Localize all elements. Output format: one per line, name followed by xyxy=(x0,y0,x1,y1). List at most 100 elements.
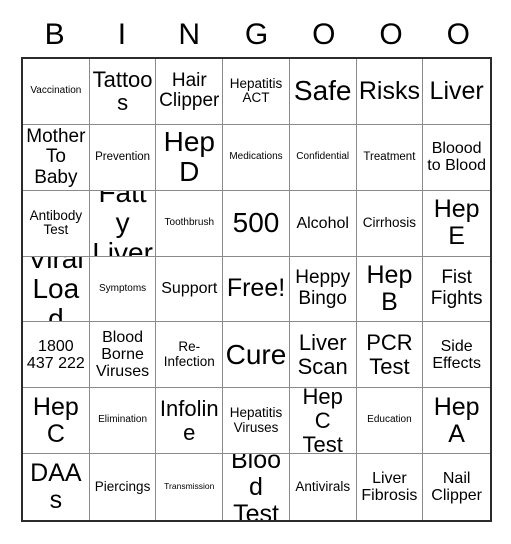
bingo-cell-label: Safe xyxy=(293,75,352,107)
bingo-cell-r2-c1[interactable]: Fatty Liver xyxy=(89,190,157,257)
bingo-cell-r3-c1[interactable]: Symptoms xyxy=(89,256,157,323)
bingo-cell-label: Education xyxy=(367,414,412,426)
bingo-cell-label: PCR Test xyxy=(366,330,413,379)
bingo-cell-r2-c3[interactable]: 500 xyxy=(223,190,290,257)
bingo-cell-label: Liver xyxy=(429,76,484,105)
bingo-cell-r5-c2[interactable]: Infoline xyxy=(156,388,224,455)
bingo-cell-r1-c1[interactable]: Prevention xyxy=(89,124,157,191)
bingo-cell-label: Mother To Baby xyxy=(26,125,86,188)
bingo-cell-r6-c6[interactable]: Nail Clipper xyxy=(423,454,490,520)
bingo-cell-r6-c3[interactable]: Blood Test xyxy=(223,454,290,520)
bingo-cell-label: Treatment xyxy=(363,151,416,164)
bingo-cell-label: Confidential xyxy=(296,150,350,162)
bingo-header-letter-1: I xyxy=(117,17,127,51)
bingo-cell-r1-c2[interactable]: Hep D xyxy=(156,124,224,191)
bingo-cell-label: Piercings xyxy=(94,478,151,494)
bingo-cell-r1-c0[interactable]: Mother To Baby xyxy=(23,124,90,191)
bingo-cell-label: Viral Load xyxy=(28,256,84,323)
bingo-cell-label: 1800 437 222 xyxy=(26,337,85,372)
bingo-cell-r5-c5[interactable]: Education xyxy=(356,388,424,455)
bingo-cell-r3-c5[interactable]: Hep B xyxy=(356,256,424,323)
bingo-cell-r6-c5[interactable]: Liver Fibrosis xyxy=(356,454,424,520)
bingo-cell-label: DAAs xyxy=(30,459,82,515)
bingo-cell-label: Hep C Test xyxy=(302,388,343,455)
bingo-cell-label: Hep E xyxy=(433,195,480,251)
bingo-cell-r3-c3[interactable]: Free! xyxy=(223,256,290,323)
bingo-cell-label: Hep B xyxy=(366,260,413,316)
bingo-cell-label: Cirrhosis xyxy=(362,214,417,230)
bingo-cell-label: Free! xyxy=(226,274,286,303)
bingo-grid: Vaccination Tattoos Hair Clipper Hepatitis … xyxy=(21,57,492,522)
bingo-cell-r0-c5[interactable]: Risks xyxy=(356,59,424,125)
bingo-cell-r3-c6[interactable]: Fist Fights xyxy=(423,256,490,323)
bingo-cell-r6-c2[interactable]: Transmission xyxy=(156,454,224,520)
bingo-cell-label: Support xyxy=(161,280,218,298)
bingo-cell-label: Alcohol xyxy=(296,214,349,232)
bingo-cell-label: Hep C xyxy=(32,392,79,448)
bingo-cell-label: Toothbrush xyxy=(164,216,215,228)
bingo-cell-r3-c2[interactable]: Support xyxy=(156,256,224,323)
bingo-cell-r0-c1[interactable]: Tattoos xyxy=(89,59,157,125)
bingo-cell-r0-c6[interactable]: Liver xyxy=(423,59,490,125)
bingo-cell-r1-c6[interactable]: Bloood to Blood xyxy=(423,124,490,191)
bingo-cell-r2-c5[interactable]: Cirrhosis xyxy=(356,190,424,257)
bingo-cell-label: Prevention xyxy=(95,151,151,164)
bingo-cell-r4-c3[interactable]: Cure xyxy=(223,322,290,389)
bingo-cell-label: Heppy Bingo xyxy=(295,267,351,309)
bingo-cell-r2-c0[interactable]: Antibody Test xyxy=(23,190,90,257)
bingo-cell-r6-c1[interactable]: Piercings xyxy=(89,454,157,520)
bingo-cell-r2-c4[interactable]: Alcohol xyxy=(289,190,357,257)
bingo-cell-label: Liver Scan xyxy=(297,330,348,379)
bingo-cell-r6-c0[interactable]: DAAs xyxy=(23,454,90,520)
bingo-cell-r5-c4[interactable]: Hep C Test xyxy=(289,388,357,455)
bingo-cell-label: Re-Infection xyxy=(163,339,215,369)
bingo-header-letter-0: B xyxy=(44,17,65,51)
bingo-cell-r1-c3[interactable]: Medications xyxy=(223,124,290,191)
bingo-cell-r4-c2[interactable]: Re-Infection xyxy=(156,322,224,389)
bingo-header-letter-6: O xyxy=(446,17,470,51)
bingo-cell-label: Hep D xyxy=(163,126,215,188)
bingo-cell-r4-c0[interactable]: 1800 437 222 xyxy=(23,322,90,389)
bingo-cell-label: Side Effects xyxy=(432,337,481,372)
bingo-cell-r0-c0[interactable]: Vaccination xyxy=(23,59,90,125)
bingo-cell-label: Transmission xyxy=(164,481,215,492)
bingo-cell-label: Elimination xyxy=(98,414,148,426)
bingo-cell-r2-c6[interactable]: Hep E xyxy=(423,190,490,257)
bingo-cell-r5-c6[interactable]: Hep A xyxy=(423,388,490,455)
bingo-cell-label: Medications xyxy=(229,150,283,162)
bingo-header-letter-5: O xyxy=(379,17,403,51)
bingo-cell-label: Hepatitis ACT xyxy=(229,75,283,106)
bingo-cell-label: Fist Fights xyxy=(430,267,483,309)
bingo-cell-label: Symptoms xyxy=(98,282,147,294)
bingo-card: B I N G O O O Vaccination Tattoos Hair Clipper He… xyxy=(0,0,511,544)
bingo-cell-r5-c1[interactable]: Elimination xyxy=(89,388,157,455)
bingo-cell-label: Hep A xyxy=(433,392,480,448)
bingo-cell-r5-c0[interactable]: Hep C xyxy=(23,388,90,455)
bingo-cell-label: Risks xyxy=(358,76,420,105)
bingo-header-letter-4: O xyxy=(312,17,336,51)
bingo-cell-label: Tattoos xyxy=(92,66,153,116)
bingo-cell-label: 500 xyxy=(232,207,280,239)
bingo-cell-r3-c0[interactable]: Viral Load xyxy=(23,256,90,323)
bingo-header-letter-2: N xyxy=(178,17,201,51)
bingo-cell-r4-c6[interactable]: Side Effects xyxy=(423,322,490,389)
bingo-cell-r4-c1[interactable]: Blood Borne Viruses xyxy=(89,322,157,389)
bingo-cell-label: Bloood to Blood xyxy=(427,140,486,175)
bingo-cell-label: Cure xyxy=(225,338,287,370)
bingo-cell-label: Hair Clipper xyxy=(159,69,220,112)
bingo-cell-r1-c5[interactable]: Treatment xyxy=(356,124,424,191)
bingo-cell-label: Hepatitis Viruses xyxy=(229,405,283,435)
bingo-cell-r4-c5[interactable]: PCR Test xyxy=(356,322,424,389)
bingo-cell-r0-c4[interactable]: Safe xyxy=(289,59,357,125)
bingo-cell-r3-c4[interactable]: Heppy Bingo xyxy=(289,256,357,323)
bingo-cell-r0-c3[interactable]: Hepatitis ACT xyxy=(223,59,290,125)
bingo-cell-r2-c2[interactable]: Toothbrush xyxy=(156,190,224,257)
bingo-cell-r0-c2[interactable]: Hair Clipper xyxy=(156,59,224,125)
bingo-cell-r4-c4[interactable]: Liver Scan xyxy=(289,322,357,389)
bingo-cell-r5-c3[interactable]: Hepatitis Viruses xyxy=(223,388,290,455)
bingo-cell-label: Blood Test xyxy=(230,454,282,520)
bingo-cell-label: Blood Borne Viruses xyxy=(96,328,150,381)
bingo-cell-label: Liver Fibrosis xyxy=(361,469,418,505)
bingo-cell-r6-c4[interactable]: Antivirals xyxy=(289,454,357,520)
bingo-cell-r1-c4[interactable]: Confidential xyxy=(289,124,357,191)
